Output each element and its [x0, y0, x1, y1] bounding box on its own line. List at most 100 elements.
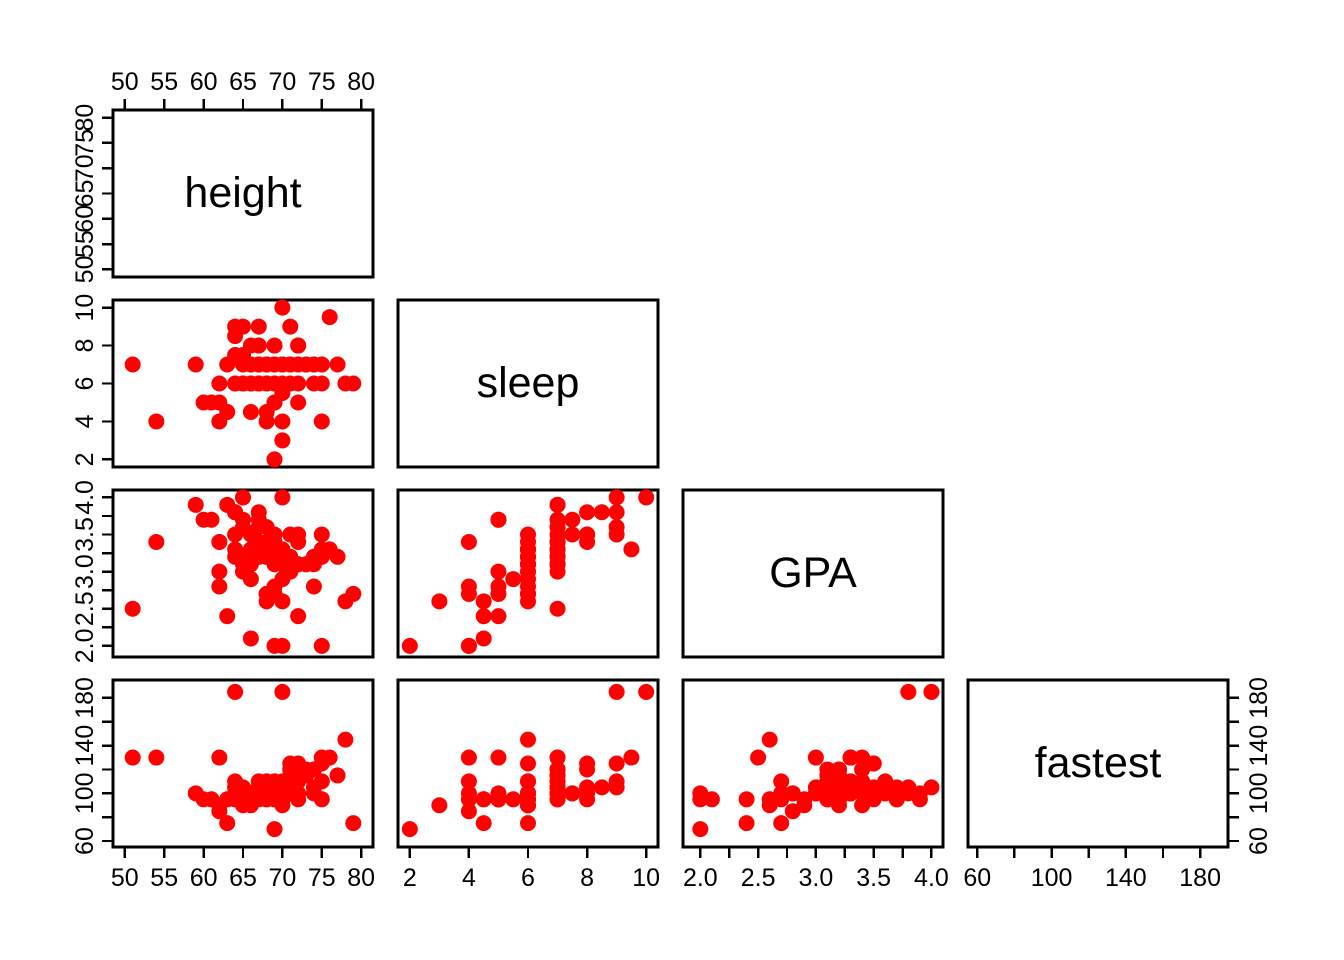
data-point: [692, 821, 709, 838]
data-point: [900, 785, 917, 802]
data-point: [564, 526, 581, 543]
panel-sleep-sleep[interactable]: sleep: [396, 298, 660, 469]
data-point: [282, 779, 299, 796]
data-point: [490, 608, 507, 625]
data-point: [345, 375, 362, 392]
axis-tick-label: 2: [71, 452, 99, 466]
panel-gpa-gpa[interactable]: GPA: [681, 488, 945, 659]
data-point: [211, 749, 228, 766]
data-point: [345, 585, 362, 602]
data-point: [784, 785, 801, 802]
axis-tick-label: 2.0: [71, 628, 99, 663]
axis-tick-label: 3.0: [71, 554, 99, 589]
data-point: [431, 593, 448, 610]
data-point: [520, 526, 536, 543]
data-point: [475, 593, 492, 610]
data-point: [549, 496, 566, 513]
axis-tick-label: 55: [150, 864, 178, 892]
data-point: [290, 608, 307, 625]
data-point: [761, 797, 778, 814]
panel-variable-label: sleep: [477, 359, 580, 407]
data-point: [290, 375, 307, 392]
data-point: [460, 791, 477, 808]
data-point: [242, 556, 259, 573]
data-point: [549, 563, 566, 580]
axis-tick-label: 2.5: [741, 864, 776, 892]
data-point: [219, 815, 236, 832]
data-point: [211, 375, 228, 392]
data-point: [313, 773, 330, 790]
axis-tick-label: 70: [268, 68, 296, 96]
data-point: [738, 791, 755, 808]
panel-height-gpa[interactable]: 2.02.53.03.54.0: [71, 480, 375, 663]
data-point: [460, 749, 477, 766]
data-point: [807, 779, 824, 796]
axis-tick-label: 10: [632, 864, 660, 892]
data-point: [520, 541, 536, 558]
data-point: [460, 585, 477, 602]
data-point: [401, 637, 418, 654]
splom-canvas: height5055606570758050 55 60 65 70 75 80246810…: [0, 0, 1344, 960]
data-point: [274, 637, 291, 654]
data-point: [490, 791, 507, 808]
data-point: [242, 630, 259, 647]
data-point: [242, 403, 259, 420]
data-point: [274, 299, 291, 316]
axis-tick-label: 140: [1105, 864, 1147, 892]
data-point: [290, 533, 307, 550]
data-point: [807, 749, 824, 766]
data-point: [266, 785, 283, 802]
data-point: [266, 451, 283, 468]
data-point: [242, 571, 259, 588]
data-point: [900, 683, 917, 700]
data-point: [460, 637, 477, 654]
data-point: [321, 749, 338, 766]
axis-tick-label: 60: [1245, 827, 1273, 855]
data-point: [148, 749, 165, 766]
data-point: [593, 504, 610, 521]
axis-tick-label: 100: [71, 772, 99, 814]
data-point: [475, 630, 492, 647]
data-point: [490, 749, 507, 766]
data-point: [819, 791, 836, 808]
axis-tick-label: 60: [71, 827, 99, 855]
data-point: [250, 318, 267, 335]
data-point: [313, 375, 330, 392]
panel-height-sleep[interactable]: 2 4 6 8 10: [71, 294, 375, 469]
data-point: [608, 773, 625, 790]
data-point: [549, 533, 566, 550]
axis-tick-label: 70: [71, 154, 99, 182]
data-point: [250, 504, 267, 521]
axis-tick-label: 2.0: [683, 864, 718, 892]
axis-tick-label: 50: [111, 864, 139, 892]
data-point: [345, 815, 362, 832]
axis-tick-label: 180: [1179, 864, 1221, 892]
data-point: [274, 432, 291, 449]
panel-sleep-gpa[interactable]: [396, 488, 660, 659]
panel-variable-label: fastest: [1035, 739, 1162, 787]
data-point: [738, 815, 755, 832]
data-point: [313, 526, 330, 543]
data-point: [329, 767, 346, 784]
data-point: [290, 337, 307, 354]
axis-tick-label: 75: [71, 129, 99, 157]
axis-tick-label: 3.0: [799, 864, 834, 892]
data-point: [475, 791, 492, 808]
data-point: [475, 815, 492, 832]
axis-tick-label: 6: [521, 864, 535, 892]
data-point: [623, 541, 640, 558]
data-point: [692, 791, 709, 808]
panel-variable-label: height: [184, 169, 301, 217]
data-point: [520, 785, 536, 802]
axis-tick-label: 50: [71, 256, 99, 284]
data-point: [549, 779, 566, 796]
data-point: [187, 496, 204, 513]
data-point: [266, 337, 283, 354]
data-point: [520, 815, 536, 832]
data-point: [282, 563, 299, 580]
data-point: [211, 578, 228, 595]
data-point: [842, 749, 859, 766]
axis-tick-label: 80: [347, 864, 375, 892]
axis-tick-label: 65: [71, 180, 99, 208]
data-point: [431, 797, 448, 814]
